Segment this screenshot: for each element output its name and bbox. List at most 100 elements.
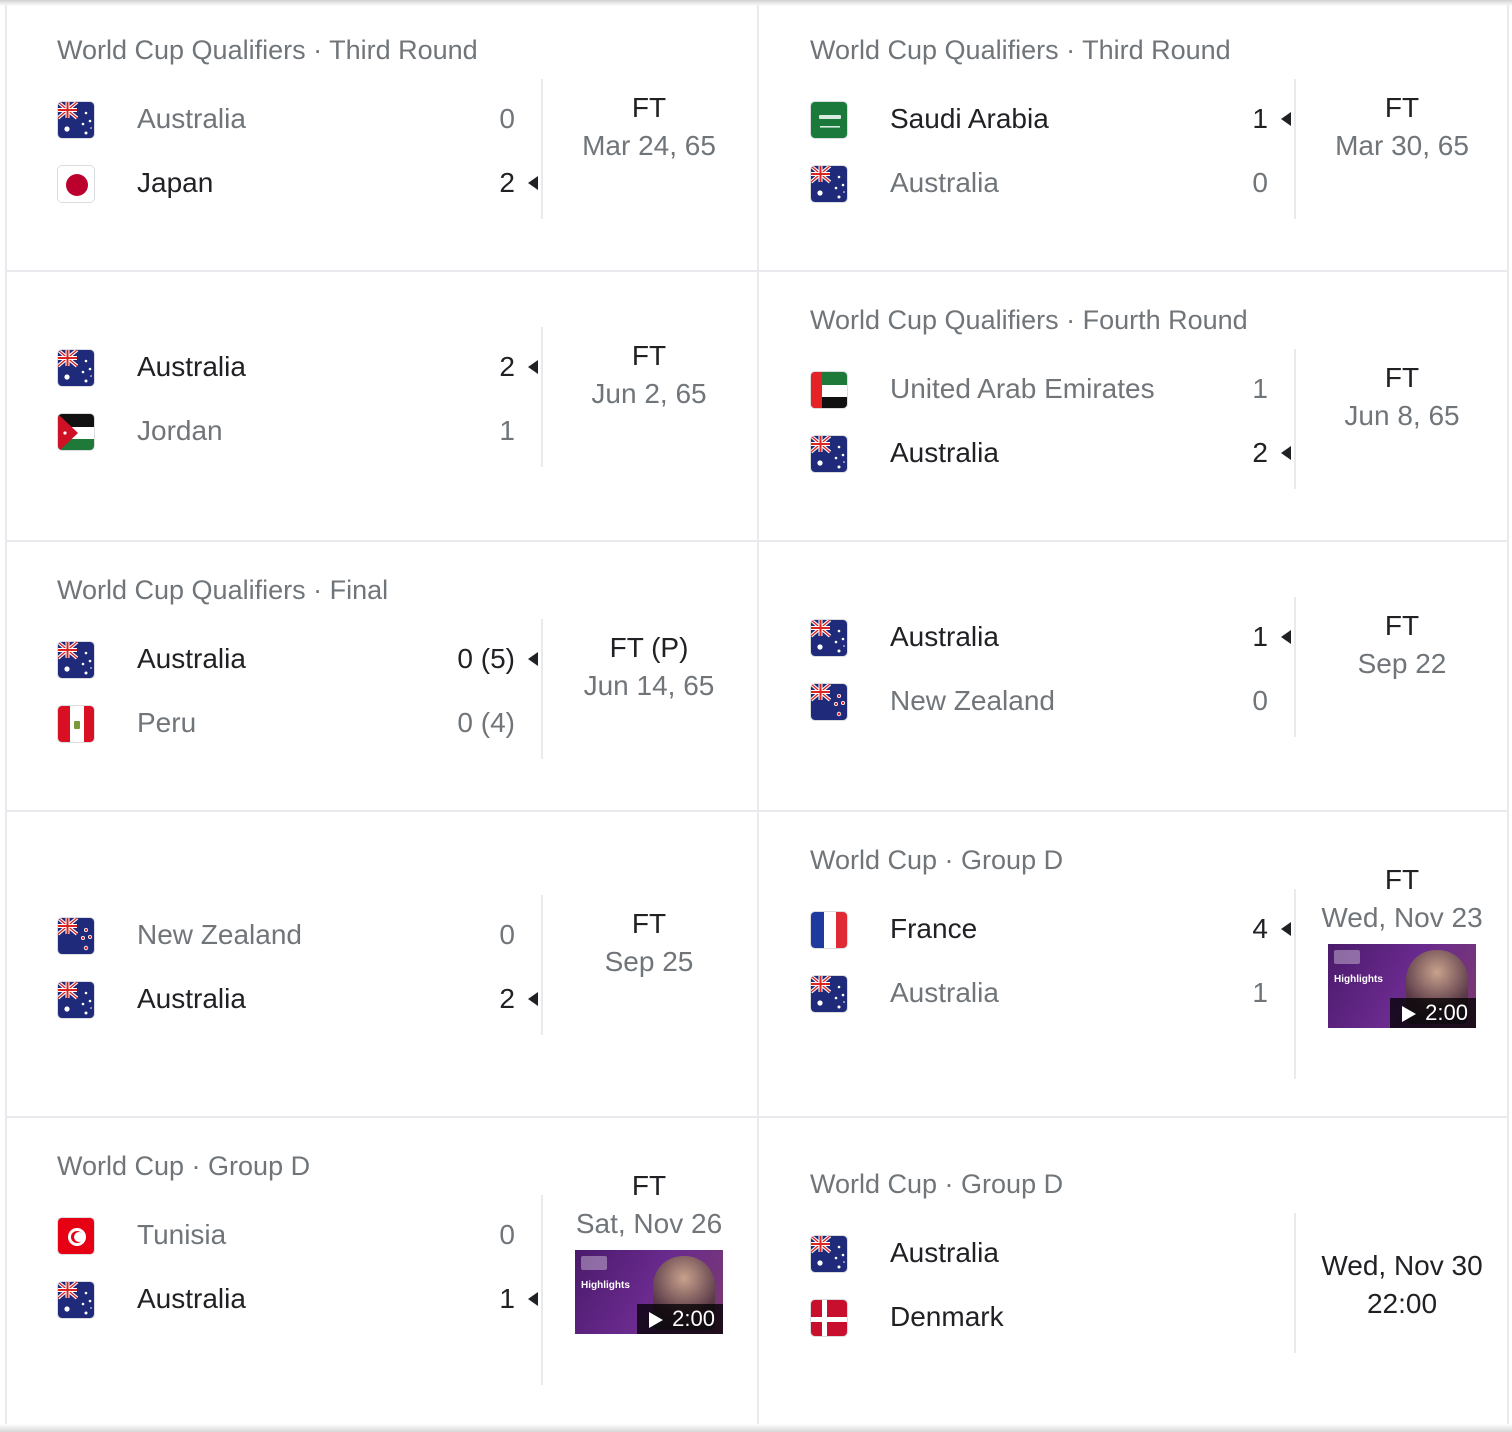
team-score: 0 (1252, 685, 1268, 716)
column-divider (757, 5, 759, 1425)
match-status[interactable]: FT Jun 8, 65 (1302, 359, 1502, 435)
match-status[interactable]: Wed, Nov 30 22:00 (1302, 1247, 1502, 1323)
match-date: Sep 22 (1357, 648, 1447, 679)
team-score: 1 (1252, 103, 1268, 134)
match-card[interactable]: World Cup · Group D Tunisia 0 Australia 1 FT S… (57, 1151, 737, 1391)
match-card[interactable]: Australia 2 Jordan 1 FT Jun 2, 65 (57, 305, 737, 545)
team-name: Australia (137, 351, 246, 382)
match-date: Jun 14, 65 (583, 670, 715, 701)
match-card[interactable]: Australia 1 New Zealand 0 FT Sep 22 (810, 575, 1490, 815)
match-status[interactable]: FT Sep 25 (549, 905, 749, 981)
team-row: Denmark (810, 1297, 1300, 1361)
match-status[interactable]: FT Mar 30, 65 (1302, 89, 1502, 165)
status-text: FT (1384, 864, 1420, 895)
card-divider (1294, 1213, 1296, 1353)
status-text: FT (631, 908, 667, 939)
match-status[interactable]: FT Wed, Nov 23 (1302, 861, 1502, 937)
team-score: 0 (499, 103, 515, 134)
status-text: FT (631, 1170, 667, 1201)
team-row: United Arab Emirates 1 (810, 369, 1300, 433)
team-name: Saudi Arabia (890, 103, 1049, 134)
video-duration: 2:00 (1390, 998, 1476, 1028)
match-date: Mar 30, 65 (1335, 130, 1469, 161)
match-card[interactable]: World Cup · Group D France 4 Australia 1 FT We… (810, 845, 1490, 1085)
team-row: Tunisia 0 (57, 1215, 547, 1279)
team-row: Australia (810, 1233, 1300, 1297)
team-name: France (890, 913, 978, 944)
team-name: Australia (890, 621, 999, 652)
new-zealand-flag-icon (810, 683, 848, 721)
match-date: Sep 25 (604, 946, 694, 977)
australia-flag-icon (57, 101, 95, 139)
australia-flag-icon (810, 1235, 848, 1273)
japan-flag-icon (57, 165, 95, 203)
match-status[interactable]: FT (P) Jun 14, 65 (549, 629, 749, 705)
team-score: 0 (499, 1219, 515, 1250)
winner-arrow-icon (528, 652, 538, 666)
match-card[interactable]: World Cup Qualifiers · Third Round Austra… (57, 35, 737, 275)
team-score: 1 (1252, 977, 1268, 1008)
team-score: 1 (499, 1283, 515, 1314)
winner-arrow-icon (1281, 112, 1291, 126)
card-divider (1294, 349, 1296, 489)
card-divider (541, 1195, 543, 1385)
competition-label: World Cup Qualifiers · Final (57, 575, 389, 605)
highlights-video-thumbnail[interactable]: Highlights 2:00 (1328, 944, 1476, 1028)
team-score: 2 (1252, 437, 1268, 468)
match-card[interactable]: World Cup Qualifiers · Fourth Round Unite… (810, 305, 1490, 545)
team-name: Australia (890, 437, 999, 468)
tournament-logo-icon (581, 1256, 607, 1270)
match-date: Jun 8, 65 (1344, 400, 1460, 431)
team-row: Australia 1 (57, 1279, 547, 1343)
match-card[interactable]: New Zealand 0 Australia 2 FT Sep 25 (57, 845, 737, 1085)
duration-text: 2:00 (672, 1306, 715, 1331)
winner-arrow-icon (1281, 630, 1291, 644)
team-name: Australia (137, 103, 246, 134)
card-divider (541, 895, 543, 1035)
team-score: 2 (499, 167, 515, 198)
match-card[interactable]: World Cup Qualifiers · Final Australia 0 (… (57, 575, 737, 815)
match-date: Sat, Nov 26 (575, 1208, 723, 1239)
status-text: FT (P) (609, 632, 689, 663)
australia-flag-icon (810, 619, 848, 657)
match-status[interactable]: FT Sat, Nov 26 (549, 1167, 749, 1243)
team-name: Denmark (890, 1301, 1004, 1332)
match-status[interactable]: FT Sep 22 (1302, 607, 1502, 683)
team-name: Australia (890, 167, 999, 198)
team-score: 2 (499, 351, 515, 382)
highlights-video-thumbnail[interactable]: Highlights 2:00 (575, 1250, 723, 1334)
team-row: Saudi Arabia 1 (810, 99, 1300, 163)
team-score: 0 (4) (457, 707, 515, 738)
match-status[interactable]: FT Mar 24, 65 (549, 89, 749, 165)
competition-label: World Cup Qualifiers · Fourth Round (810, 305, 1248, 335)
team-name: New Zealand (137, 919, 302, 950)
competition-label: World Cup Qualifiers · Third Round (57, 35, 478, 65)
video-duration: 2:00 (637, 1304, 723, 1334)
winner-arrow-icon (528, 992, 538, 1006)
team-name: Tunisia (137, 1219, 227, 1250)
australia-flag-icon (810, 435, 848, 473)
winner-arrow-icon (528, 176, 538, 190)
status-text: FT (1384, 362, 1420, 393)
team-row: Australia 2 (810, 433, 1300, 497)
team-score: 4 (1252, 913, 1268, 944)
highlights-label: Highlights (581, 1280, 630, 1291)
match-card[interactable]: World Cup · Group D Australia Denmark Wed, … (810, 1169, 1490, 1409)
australia-flag-icon (57, 981, 95, 1019)
saudi-arabia-flag-icon (810, 101, 848, 139)
france-flag-icon (810, 911, 848, 949)
match-date: Wed, Nov 23 (1321, 902, 1483, 933)
match-card[interactable]: World Cup Qualifiers · Third Round Saudi … (810, 35, 1490, 275)
tournament-logo-icon (1334, 950, 1360, 964)
match-date: Mar 24, 65 (582, 130, 716, 161)
play-icon (1402, 1006, 1416, 1022)
team-row: Jordan 1 (57, 411, 547, 475)
australia-flag-icon (57, 641, 95, 679)
uae-flag-icon (810, 371, 848, 409)
team-score: 1 (499, 415, 515, 446)
status-text: FT (631, 340, 667, 371)
match-status[interactable]: FT Jun 2, 65 (549, 337, 749, 413)
winner-arrow-icon (528, 360, 538, 374)
match-date: Jun 2, 65 (591, 378, 707, 409)
status-text: Wed, Nov 30 (1321, 1250, 1483, 1281)
